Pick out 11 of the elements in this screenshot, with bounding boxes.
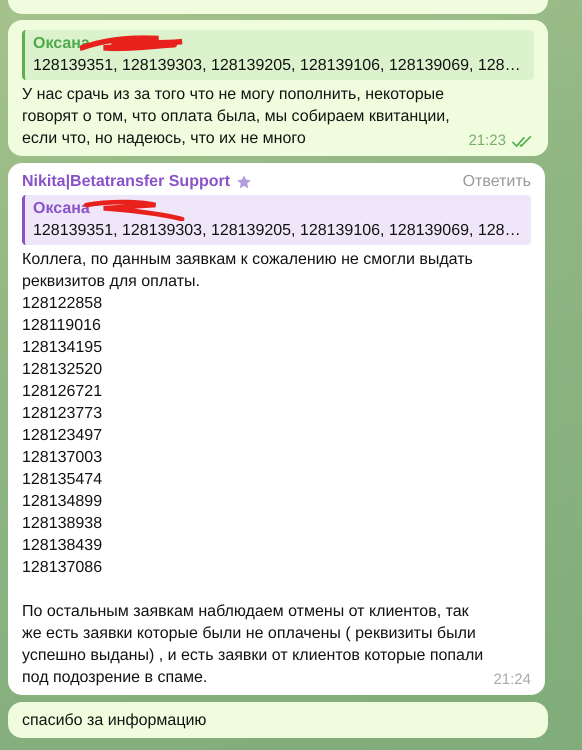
quoted-text: 128139351, 128139303, 128139205, 128139106, 128139069, 128…: [33, 56, 522, 76]
message-text: У нас срачь из за того что не могу пополнить, некоторые говорят о том, что оплата была, мы собираем квитанции, если что, но надеюсь, что их не много: [22, 85, 451, 149]
message-text: По остальным заявкам наблюдаем отмены от клиентов, так же есть заявки которые были не оплачены ( реквизиты были успешно выданы) , и есть заявки от клиентов которые попали под подозрение в спаме.: [22, 602, 484, 688]
quoted-author: Оксана: [33, 200, 90, 218]
message-text: Коллега, по данным заявкам к сожалению не смогли выдать реквизитов для оплаты. 128122858 128119016 128134195 128132520 128126721 128123773 128123497 128137003 128135474 128134899 128138938 128138439 128137086: [22, 251, 473, 576]
quoted-message[interactable]: Оксана 128139351, 128139303, 128139205, 128139106, 128139069, 128…: [22, 195, 531, 245]
message-time: 21:23: [468, 131, 506, 151]
quoted-text: 128139351, 128139303, 128139205, 128139106, 128139069, 128…: [33, 221, 522, 241]
message-text: спасибо за информацию: [22, 711, 208, 731]
message-time: 21:24: [493, 670, 531, 690]
author-name[interactable]: Nikita|Betatransfer Support: [22, 173, 230, 191]
